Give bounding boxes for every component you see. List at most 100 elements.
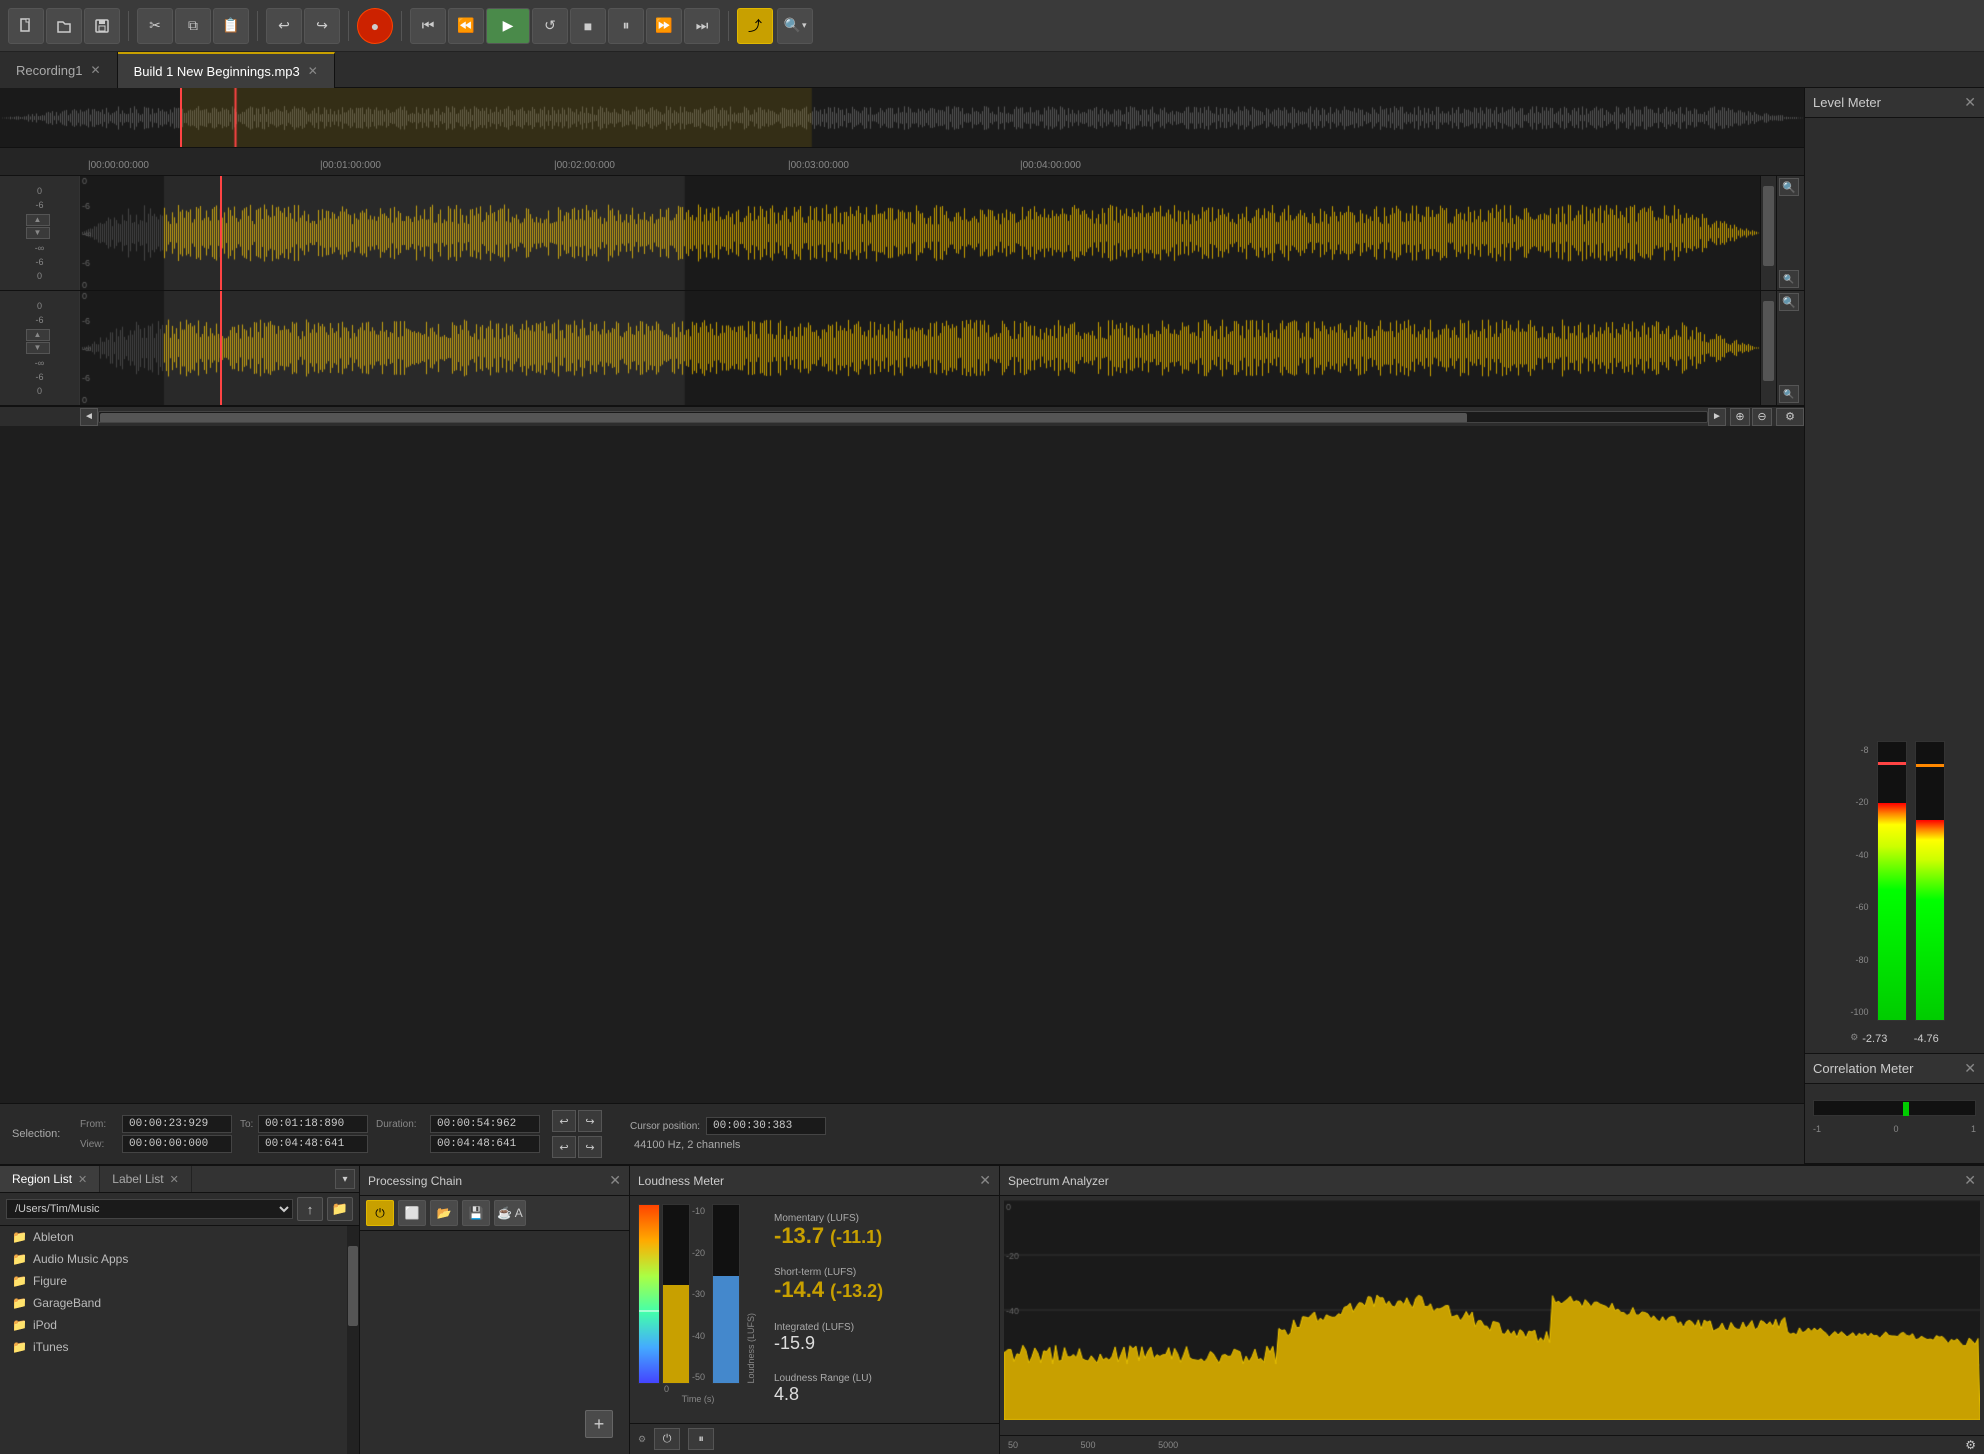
record-button[interactable]: ● bbox=[357, 8, 393, 44]
file-list: 📁 Ableton 📁 Audio Music Apps 📁 Figure 📁 … bbox=[0, 1226, 347, 1454]
paste-button[interactable]: 📋 bbox=[213, 8, 249, 44]
path-select[interactable]: /Users/Tim/Music bbox=[6, 1199, 293, 1219]
processing-chain-close[interactable]: ✕ bbox=[609, 1172, 621, 1189]
zoom-in-v-1[interactable]: 🔍 bbox=[1779, 178, 1799, 196]
zoom-out-v-1[interactable]: 🔍 bbox=[1779, 270, 1799, 288]
sel-redo-btn[interactable]: ↪ bbox=[578, 1110, 602, 1132]
lm-wrench-icon[interactable]: ⚙ bbox=[638, 1434, 646, 1445]
view-redo-btn[interactable]: ↪ bbox=[578, 1136, 602, 1158]
track-waveform-2[interactable] bbox=[80, 291, 1760, 405]
label-list-close[interactable]: ✕ bbox=[170, 1173, 179, 1186]
region-list-close[interactable]: ✕ bbox=[78, 1173, 87, 1186]
copy-button[interactable]: ⧉ bbox=[175, 8, 211, 44]
goto-start-button[interactable]: ⏮ bbox=[410, 8, 446, 44]
scrollbar-v-2[interactable] bbox=[1760, 291, 1776, 405]
list-item-audio-music-apps[interactable]: 📁 Audio Music Apps bbox=[0, 1248, 347, 1270]
browser-folder-btn[interactable]: 📁 bbox=[327, 1197, 353, 1221]
range-value: 4.8 bbox=[774, 1384, 799, 1406]
settings-btn[interactable]: ⚙ bbox=[1776, 408, 1804, 426]
right-meter-bar bbox=[1915, 741, 1945, 1021]
browser-up-btn[interactable]: ↑ bbox=[297, 1197, 323, 1221]
undo-button[interactable]: ↩ bbox=[266, 8, 302, 44]
view-to-input[interactable] bbox=[258, 1135, 368, 1153]
rewind-button[interactable]: ⏪ bbox=[448, 8, 484, 44]
redo-button[interactable]: ↪ bbox=[304, 8, 340, 44]
track1-playhead bbox=[220, 176, 222, 290]
track-up-1[interactable]: ▲ bbox=[26, 214, 50, 226]
new-button[interactable] bbox=[8, 8, 44, 44]
list-item-itunes[interactable]: 📁 iTunes bbox=[0, 1336, 347, 1358]
stop-button[interactable]: ■ bbox=[570, 8, 606, 44]
chain-power-btn[interactable]: ⏻ bbox=[366, 1200, 394, 1226]
play-button[interactable]: ▶ bbox=[486, 8, 530, 44]
to-input[interactable] bbox=[258, 1115, 368, 1133]
track-up-2[interactable]: ▲ bbox=[26, 329, 50, 341]
spectrum-bottom: 50 500 5000 ⚙ bbox=[1000, 1435, 1984, 1454]
track-down-1[interactable]: ▼ bbox=[26, 227, 50, 239]
hscrollbar-track[interactable] bbox=[98, 411, 1708, 423]
processing-chain-title: Processing Chain bbox=[368, 1174, 462, 1188]
cut-button[interactable]: ✂ bbox=[137, 8, 173, 44]
tab-build1[interactable]: Build 1 New Beginnings.mp3 ✕ bbox=[118, 52, 335, 88]
track-down-2[interactable]: ▼ bbox=[26, 342, 50, 354]
loop-button[interactable]: ↺ bbox=[532, 8, 568, 44]
zoom-in-h-btn[interactable]: ⊕ bbox=[1730, 408, 1750, 426]
pause-button[interactable]: ⏸ bbox=[608, 8, 644, 44]
lm-pause-btn[interactable]: ⏸ bbox=[688, 1428, 714, 1450]
chain-extra-btn[interactable]: ☕ A bbox=[494, 1200, 526, 1226]
scale-label-100: -100 bbox=[1845, 1007, 1869, 1017]
view-duration-input[interactable] bbox=[430, 1135, 540, 1153]
track-waveform-1[interactable] bbox=[80, 176, 1760, 290]
zoom-out-v-2[interactable]: 🔍 bbox=[1779, 385, 1799, 403]
label-list-tab[interactable]: Label List ✕ bbox=[100, 1166, 192, 1192]
zoom-out-h-btn[interactable]: ⊖ bbox=[1752, 408, 1772, 426]
open-button[interactable] bbox=[46, 8, 82, 44]
from-input[interactable] bbox=[122, 1115, 232, 1133]
scrollbar-v-1[interactable] bbox=[1760, 176, 1776, 290]
cursor-input[interactable] bbox=[706, 1117, 826, 1135]
hscroll-right-btn[interactable]: ► bbox=[1708, 408, 1726, 426]
duration-input[interactable] bbox=[430, 1115, 540, 1133]
track-row-2: 0 -6 ▲ ▼ -∞ -6 0 bbox=[0, 291, 1804, 406]
spectrum-analyzer-close[interactable]: ✕ bbox=[1964, 1172, 1976, 1189]
lm-yellow-fill bbox=[663, 1285, 689, 1383]
list-item-ableton[interactable]: 📁 Ableton bbox=[0, 1226, 347, 1248]
export-button[interactable]: ⤴ bbox=[737, 8, 773, 44]
hscroll-left-btn[interactable]: ◄ bbox=[80, 408, 98, 426]
spectrum-analyzer-title: Spectrum Analyzer bbox=[1008, 1174, 1109, 1188]
tab-close-recording1[interactable]: ✕ bbox=[91, 63, 101, 77]
to-inputs-group: To: bbox=[240, 1115, 368, 1153]
sel-undo-btn[interactable]: ↩ bbox=[552, 1110, 576, 1132]
tab-close-build1[interactable]: ✕ bbox=[308, 64, 318, 78]
chain-view-btn[interactable]: ⬜ bbox=[398, 1200, 426, 1226]
left-meter-value-row: ⚙ -2.73 bbox=[1850, 1029, 1887, 1045]
file-name-ableton: Ableton bbox=[33, 1230, 74, 1244]
list-item-ipod[interactable]: 📁 iPod bbox=[0, 1314, 347, 1336]
level-meter-header: Level Meter ✕ bbox=[1805, 88, 1984, 118]
list-item-garageband[interactable]: 📁 GarageBand bbox=[0, 1292, 347, 1314]
tab-recording1[interactable]: Recording1 ✕ bbox=[0, 52, 118, 88]
browser-options-btn[interactable]: ▾ bbox=[335, 1169, 355, 1189]
region-list-tab[interactable]: Region List ✕ bbox=[0, 1166, 100, 1192]
overview-waveform[interactable] bbox=[0, 88, 1804, 148]
loudness-meter-close[interactable]: ✕ bbox=[979, 1172, 991, 1189]
main-toolbar: ✂ ⧉ 📋 ↩ ↪ ● ⏮ ⏪ ▶ ↺ ■ ⏸ ⏩ ⏭ ⤴ 🔍▾ bbox=[0, 0, 1984, 52]
goto-end-button[interactable]: ⏭ bbox=[684, 8, 720, 44]
corr-label-neg1: -1 bbox=[1813, 1124, 1821, 1134]
zoom-in-v-2[interactable]: 🔍 bbox=[1779, 293, 1799, 311]
zoom-tool-button[interactable]: 🔍▾ bbox=[777, 8, 813, 44]
save-button[interactable] bbox=[84, 8, 120, 44]
ruler-mark-2: |00:02:00:000 bbox=[554, 160, 615, 171]
file-list-scrollbar[interactable] bbox=[347, 1226, 359, 1454]
lm-power-btn[interactable]: ⏻ bbox=[654, 1428, 680, 1450]
chain-save-btn[interactable]: 💾 bbox=[462, 1200, 490, 1226]
list-item-figure[interactable]: 📁 Figure bbox=[0, 1270, 347, 1292]
chain-add-btn[interactable]: + bbox=[585, 1410, 613, 1438]
correlation-meter-close[interactable]: ✕ bbox=[1964, 1060, 1976, 1077]
view-from-input[interactable] bbox=[122, 1135, 232, 1153]
view-undo-btn[interactable]: ↩ bbox=[552, 1136, 576, 1158]
spectrum-wrench[interactable]: ⚙ bbox=[1965, 1438, 1976, 1452]
chain-open-btn[interactable]: 📂 bbox=[430, 1200, 458, 1226]
level-meter-close[interactable]: ✕ bbox=[1964, 94, 1976, 111]
forward-button[interactable]: ⏩ bbox=[646, 8, 682, 44]
